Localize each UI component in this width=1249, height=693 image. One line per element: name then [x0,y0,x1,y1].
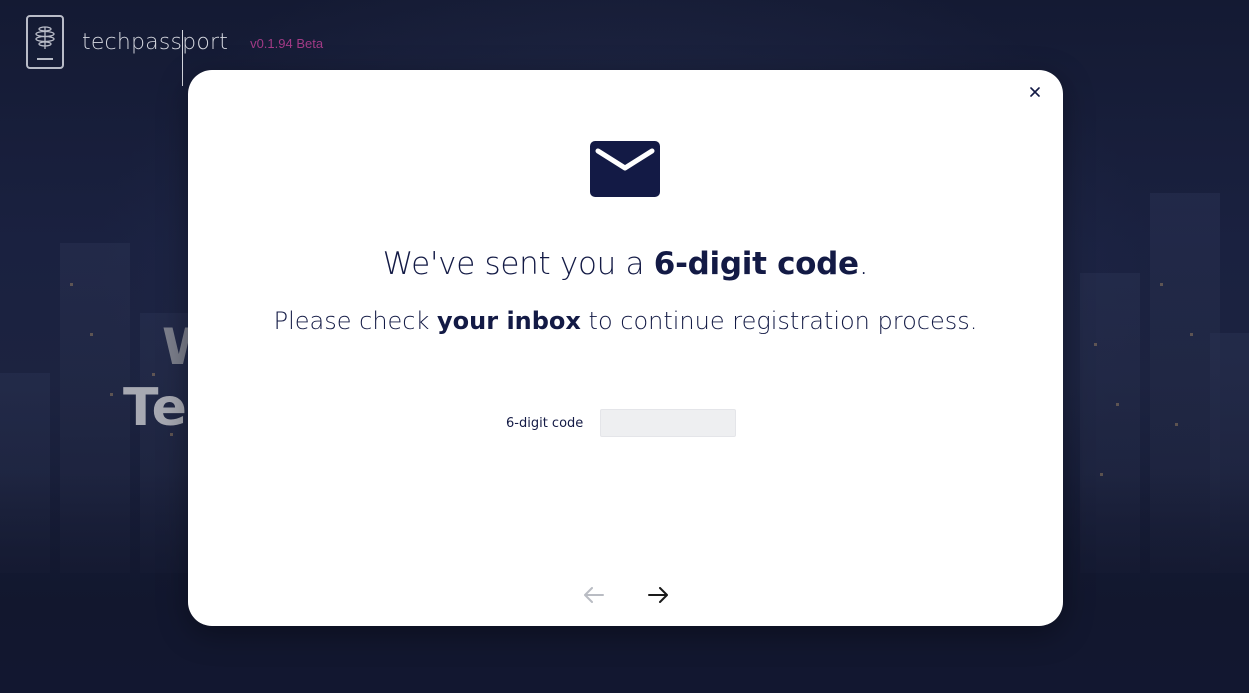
hero-title-line2: Te [123,378,187,438]
code-field-row: 6-digit code [506,409,736,437]
version-label: v0.1.94 Beta [250,35,324,51]
arrow-left-icon[interactable] [582,583,606,607]
code-label: 6-digit code [506,415,584,431]
arrow-right-icon[interactable] [646,583,670,607]
envelope-icon [590,141,660,197]
modal-subline: Please check your inbox to continue regi… [273,307,978,335]
verification-modal: We've sent you a 6-digit code. Please ch… [188,70,1063,626]
brand-cursor-bar [182,29,183,86]
code-input[interactable] [600,409,736,437]
headline-emphasis: 6-digit code [653,246,859,282]
close-icon[interactable] [1025,82,1045,102]
modal-headline: We've sent you a 6-digit code. [382,246,869,282]
subline-tail: to continue registration process. [580,307,978,335]
subline-emphasis: your inbox [437,307,581,335]
app-header: techpassport v0.1.94 Beta [26,14,324,86]
passport-logo-icon[interactable] [26,15,64,69]
brand-name[interactable]: techpassport [82,29,228,86]
